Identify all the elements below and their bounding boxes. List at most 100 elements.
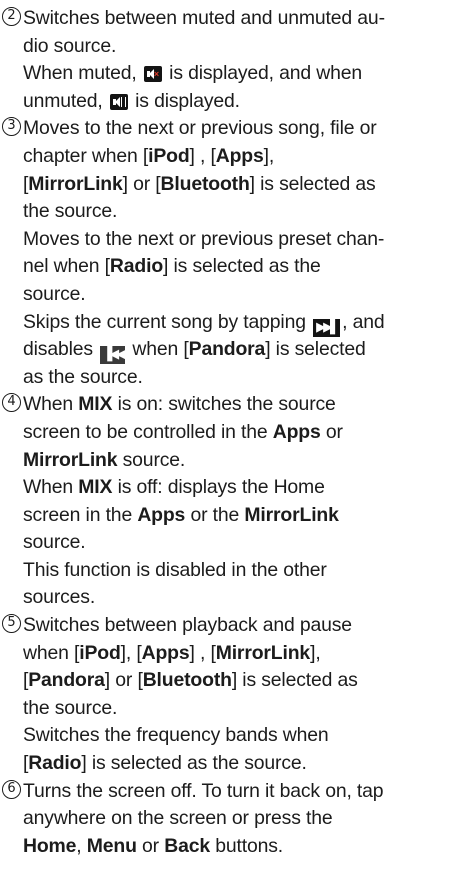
list-item: 3 Moves to the next or previous song, fil… <box>0 115 461 391</box>
text-line: When muted, × is displayed, and when <box>23 60 457 88</box>
bold-term: iPod <box>79 641 121 664</box>
bold-term: Radio <box>28 752 82 775</box>
text-segment: source. <box>117 448 186 471</box>
mute-icon: × <box>143 66 162 83</box>
bold-term: Apps <box>137 503 186 526</box>
text-line: screen in the Apps or the MirrorLink <box>23 502 457 530</box>
bold-term: Bluetooth <box>160 172 250 195</box>
text-line: Moves to the next or previous song, file… <box>23 115 457 143</box>
bold-term: Home <box>23 834 77 857</box>
text-segment: or <box>320 420 343 443</box>
text-line: unmuted, is displayed. <box>23 88 457 116</box>
manual-page: 2 Switches between muted and unmuted au-d… <box>0 0 461 870</box>
text-segment: Switches between muted and unmuted au- <box>23 7 385 29</box>
text-line: chapter when [iPod] , [Apps], <box>23 143 457 171</box>
text-segment: ] , [ <box>189 144 216 167</box>
text-segment: the source. <box>23 200 118 223</box>
text-segment: nel when [ <box>23 255 110 278</box>
bold-term: iPod <box>148 144 190 167</box>
text-segment: ], <box>263 144 275 167</box>
text-segment: is displayed. <box>129 89 240 112</box>
text-segment: ] is selected <box>265 338 366 361</box>
text-segment: is off: displays the Home <box>112 476 325 499</box>
text-segment: is on: switches the source <box>112 393 336 416</box>
text-segment: Switches the frequency bands when <box>23 724 329 747</box>
item-number-badge: 4 <box>2 393 21 413</box>
text-line: Switches between muted and unmuted au- <box>23 5 457 33</box>
text-segment: ], [ <box>120 641 142 664</box>
bold-term: MirrorLink <box>244 503 339 526</box>
text-segment: , and <box>342 310 385 333</box>
text-line: When MIX is on: switches the source <box>23 391 457 419</box>
bold-term: Pandora <box>28 669 105 692</box>
text-segment: Moves to the next or previous preset cha… <box>23 227 385 250</box>
text-segment: Switches between playback and pause <box>23 614 352 637</box>
bold-term: Bluetooth <box>142 669 232 692</box>
text-segment: ] is selected as <box>231 669 358 692</box>
text-line: Home, Menu or Back buttons. <box>23 833 457 861</box>
list-item: 4 When MIX is on: switches the source scre… <box>0 391 461 612</box>
text-segment: or <box>136 834 165 857</box>
text-segment: Turns the screen off. To turn it back on… <box>23 779 384 802</box>
item-number-badge: 6 <box>2 779 21 799</box>
text-line: Skips the current song by tapping ▶▶▌, a… <box>23 309 457 337</box>
bold-term: Apps <box>215 144 264 167</box>
unmute-icon <box>109 93 128 110</box>
text-segment: Moves to the next or previous song, file… <box>23 117 377 140</box>
text-segment: anywhere on the screen or press the <box>23 807 333 830</box>
text-line: [Radio] is selected as the source. <box>23 750 457 778</box>
bold-term: Pandora <box>188 338 266 361</box>
text-line: screen to be controlled in the Apps or <box>23 419 457 447</box>
text-segment: when [ <box>127 338 189 361</box>
text-line: source. <box>23 529 457 557</box>
text-segment: unmuted, <box>23 89 108 112</box>
text-line: [MirrorLink] or [Bluetooth] is selected … <box>23 171 457 199</box>
text-line: the source. <box>23 198 457 226</box>
text-line: dio source. <box>23 33 457 61</box>
text-segment: as the source. <box>23 365 143 388</box>
text-line: when [iPod], [Apps] , [MirrorLink], <box>23 640 457 668</box>
text-line: disables ▐◀◀ when [Pandora] is selected <box>23 336 457 365</box>
text-segment: chapter when [ <box>23 144 149 167</box>
text-segment: when [ <box>23 641 80 664</box>
skip-next-icon: ▶▶▌ <box>313 318 341 337</box>
text-line: as the source. <box>23 364 457 392</box>
text-line: MirrorLink source. <box>23 447 457 475</box>
text-segment: When muted, <box>23 62 142 85</box>
text-line: the source. <box>23 695 457 723</box>
bold-term: Apps <box>141 641 190 664</box>
bold-term: Radio <box>109 255 164 278</box>
text-segment: or the <box>185 503 245 526</box>
list-item: 2 Switches between muted and unmuted au-d… <box>0 5 461 115</box>
text-segment: disables <box>23 338 99 361</box>
item-number-badge: 5 <box>2 614 21 634</box>
text-line: anywhere on the screen or press the <box>23 805 457 833</box>
text-segment: , <box>76 834 87 857</box>
text-segment: sources. <box>23 586 96 609</box>
bold-term: Back <box>164 834 210 857</box>
text-segment: source. <box>23 531 86 554</box>
text-segment: is displayed, and when <box>163 62 363 85</box>
text-segment: ], <box>310 641 321 664</box>
bold-term: MIX <box>78 393 113 416</box>
text-segment: the source. <box>23 696 118 719</box>
bold-term: Menu <box>86 834 137 857</box>
text-segment: ] or [ <box>104 669 143 692</box>
bold-term: MirrorLink <box>28 172 123 195</box>
text-segment: ] is selected as the source. <box>81 752 307 775</box>
list-item: 6 Turns the screen off. To turn it back o… <box>0 778 461 861</box>
text-line: nel when [Radio] is selected as the <box>23 253 457 281</box>
list-item: 5 Switches between playback and pause when… <box>0 612 461 778</box>
text-segment: source. <box>23 282 86 305</box>
text-segment: This function is disabled in the other <box>23 558 327 581</box>
text-line: [Pandora] or [Bluetooth] is selected as <box>23 667 457 695</box>
item-number-badge: 3 <box>2 117 21 137</box>
bold-term: MirrorLink <box>215 641 311 664</box>
text-segment: buttons. <box>209 834 284 857</box>
text-segment: Skips the current song by tapping <box>23 310 312 333</box>
skip-previous-icon: ▐◀◀ <box>100 346 126 365</box>
bold-term: MIX <box>78 476 113 499</box>
text-line: Switches the frequency bands when <box>23 722 457 750</box>
text-segment: dio source. <box>23 34 117 57</box>
text-line: This function is disabled in the other <box>23 557 457 585</box>
